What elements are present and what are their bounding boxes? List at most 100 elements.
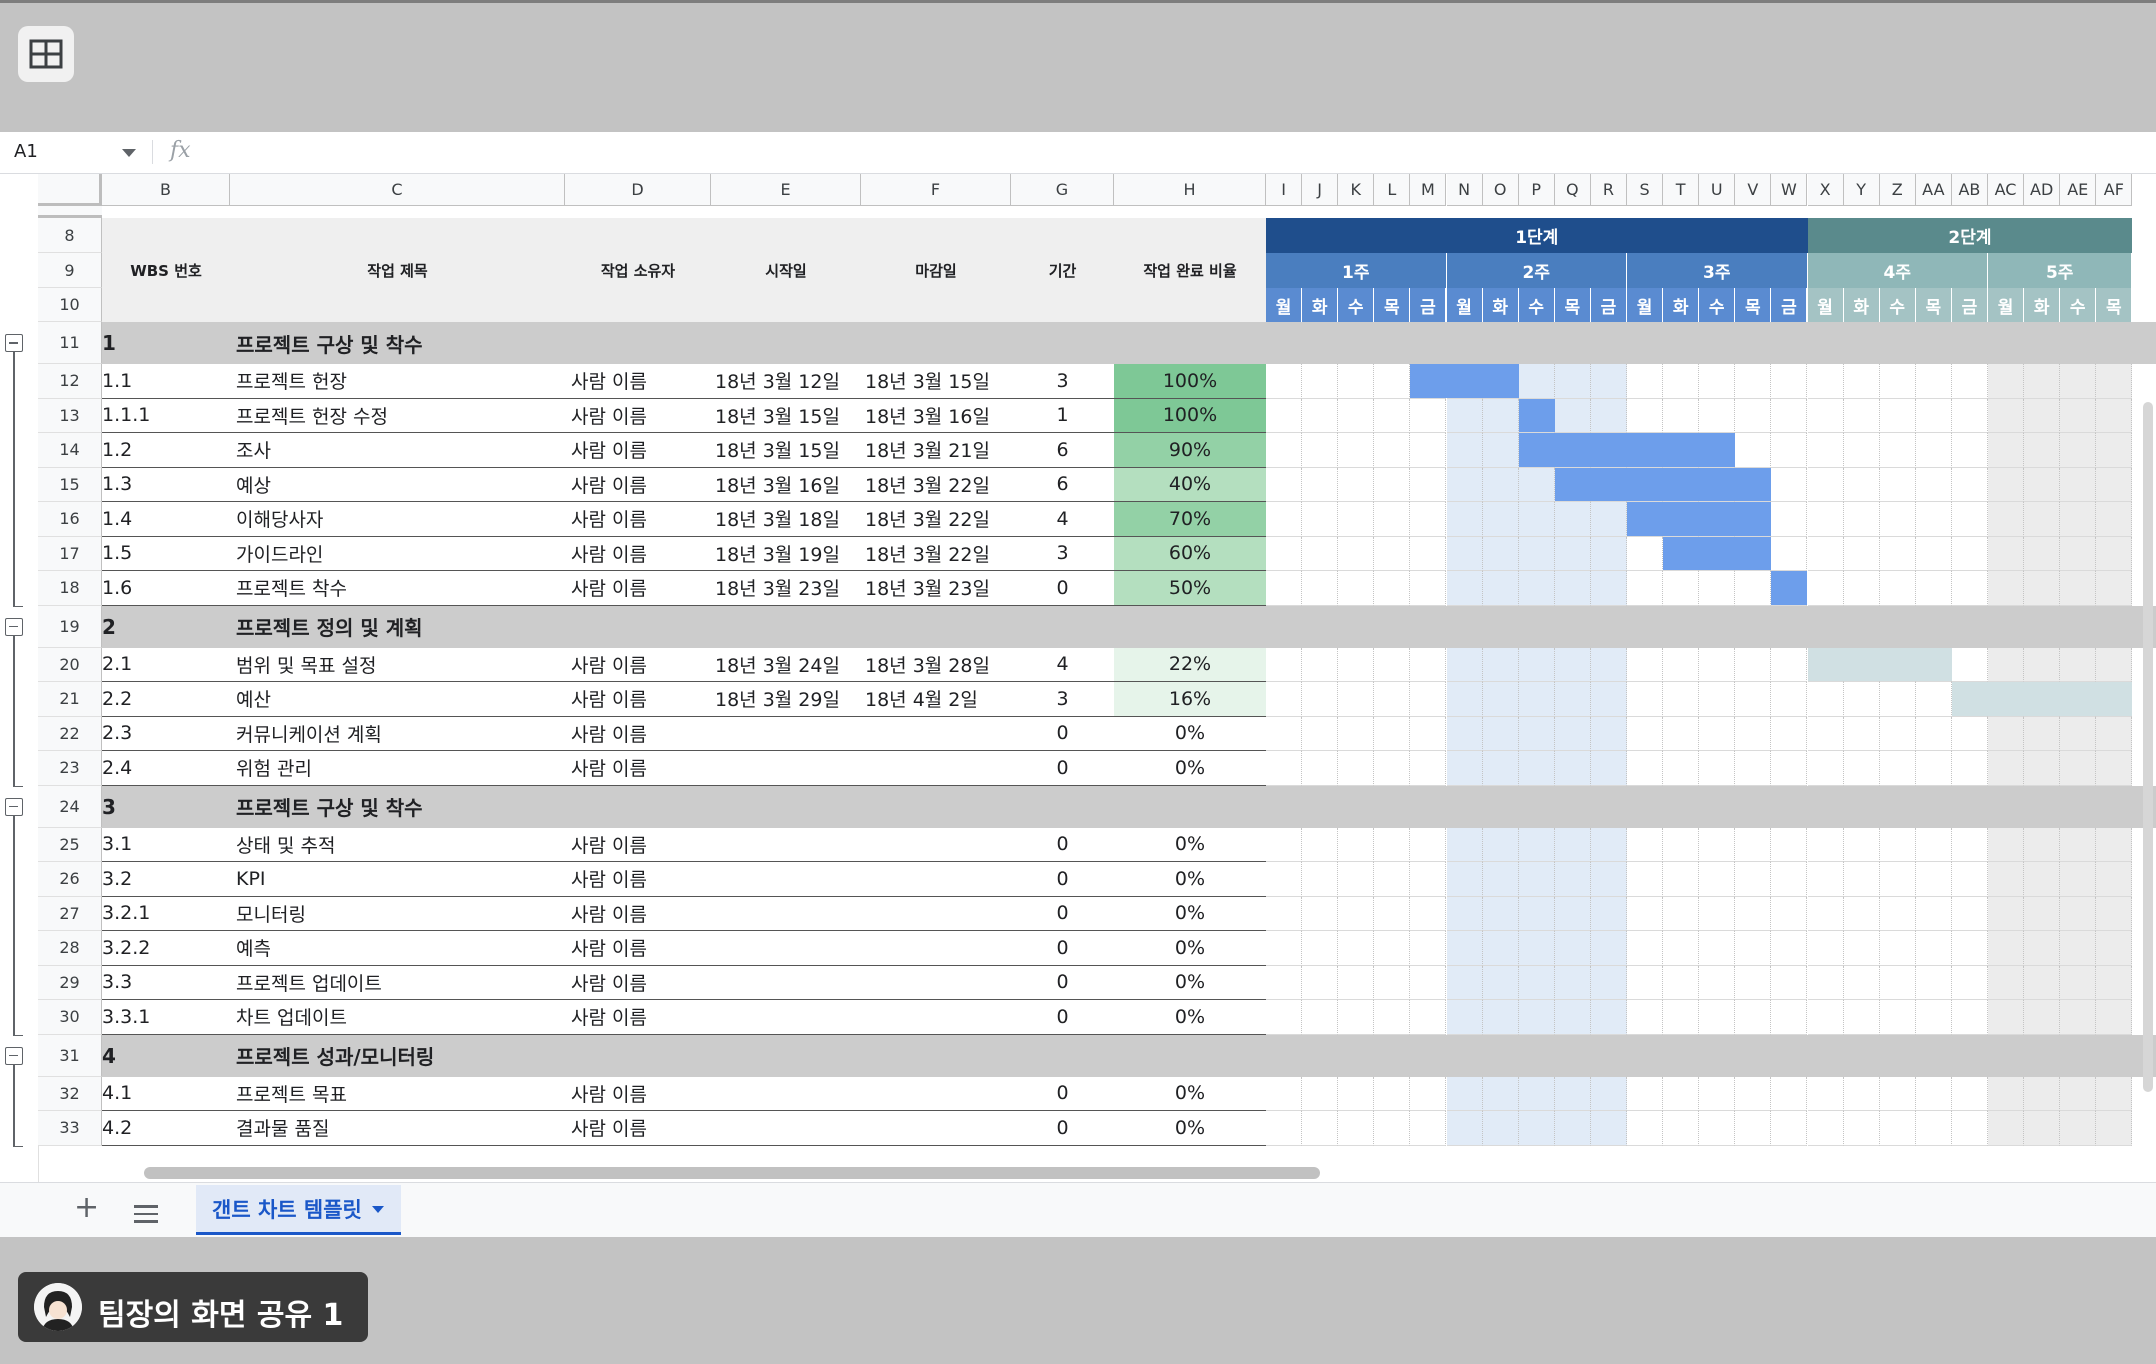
gantt-cell[interactable] bbox=[1663, 571, 1700, 606]
column-header-AD[interactable]: AD bbox=[2024, 174, 2061, 206]
column-header-AE[interactable]: AE bbox=[2060, 174, 2097, 206]
gantt-cell[interactable] bbox=[2024, 751, 2061, 786]
gantt-cell[interactable] bbox=[1446, 467, 1483, 502]
gantt-cell[interactable] bbox=[1807, 1111, 1844, 1146]
gantt-cell[interactable] bbox=[1879, 751, 1916, 786]
gantt-cell[interactable] bbox=[1699, 1076, 1736, 1111]
horizontal-scrollbar[interactable] bbox=[144, 1167, 1320, 1179]
sheet-tab-gantt[interactable]: 갠트 차트 템플릿 bbox=[196, 1185, 401, 1235]
collapse-group-button[interactable] bbox=[5, 1046, 23, 1065]
gantt-cell[interactable] bbox=[1988, 716, 2025, 751]
gantt-cell[interactable] bbox=[1735, 682, 1772, 717]
gantt-cell[interactable] bbox=[1771, 364, 1808, 399]
gantt-cell[interactable] bbox=[1590, 571, 1627, 606]
gantt-cell[interactable] bbox=[1302, 862, 1339, 897]
gantt-cell[interactable] bbox=[1518, 1076, 1555, 1111]
gantt-cell[interactable] bbox=[1266, 931, 1303, 966]
gantt-cell[interactable] bbox=[1663, 364, 1700, 399]
gantt-cell[interactable] bbox=[1554, 398, 1591, 433]
gantt-cell[interactable] bbox=[1915, 716, 1952, 751]
gantt-cell[interactable] bbox=[1879, 364, 1916, 399]
gantt-cell[interactable] bbox=[1410, 1111, 1447, 1146]
gantt-cell[interactable] bbox=[1843, 931, 1880, 966]
gantt-cell[interactable] bbox=[1374, 571, 1411, 606]
gantt-cell[interactable] bbox=[1951, 751, 1988, 786]
gantt-cell[interactable] bbox=[1807, 536, 1844, 571]
gantt-cell[interactable] bbox=[1627, 364, 1664, 399]
gantt-cell[interactable] bbox=[2060, 862, 2097, 897]
row-number[interactable]: 20 bbox=[38, 647, 102, 682]
gantt-cell[interactable] bbox=[1518, 1111, 1555, 1146]
gantt-cell[interactable] bbox=[1807, 467, 1844, 502]
gantt-cell[interactable] bbox=[1771, 1000, 1808, 1035]
row-number[interactable]: 21 bbox=[38, 682, 102, 717]
gantt-cell[interactable] bbox=[1735, 1000, 1772, 1035]
gantt-bar[interactable] bbox=[1410, 364, 1519, 398]
gantt-cell[interactable] bbox=[2060, 931, 2097, 966]
gantt-cell[interactable] bbox=[1338, 571, 1375, 606]
gantt-cell[interactable] bbox=[1374, 896, 1411, 931]
gantt-cell[interactable] bbox=[1951, 827, 1988, 862]
gantt-cell[interactable] bbox=[1879, 502, 1916, 537]
column-header-W[interactable]: W bbox=[1771, 174, 1808, 206]
gantt-cell[interactable] bbox=[1374, 502, 1411, 537]
gantt-cell[interactable] bbox=[1771, 1076, 1808, 1111]
gantt-cell[interactable] bbox=[1410, 536, 1447, 571]
gantt-cell[interactable] bbox=[1410, 647, 1447, 682]
gantt-cell[interactable] bbox=[1266, 716, 1303, 751]
gantt-cell[interactable] bbox=[2096, 398, 2133, 433]
gantt-cell[interactable] bbox=[1482, 716, 1519, 751]
gantt-cell[interactable] bbox=[1915, 536, 1952, 571]
gantt-cell[interactable] bbox=[1988, 1111, 2025, 1146]
sheet-tab-dropdown-icon[interactable] bbox=[372, 1206, 384, 1213]
gantt-cell[interactable] bbox=[1771, 1111, 1808, 1146]
gantt-cell[interactable] bbox=[1446, 1000, 1483, 1035]
gantt-cell[interactable] bbox=[1554, 1000, 1591, 1035]
gantt-cell[interactable] bbox=[1951, 502, 1988, 537]
gantt-cell[interactable] bbox=[1843, 751, 1880, 786]
gantt-cell[interactable] bbox=[1518, 364, 1555, 399]
gantt-cell[interactable] bbox=[2096, 1111, 2133, 1146]
row-number[interactable]: 33 bbox=[38, 1111, 102, 1146]
gantt-cell[interactable] bbox=[1843, 536, 1880, 571]
gantt-cell[interactable] bbox=[1951, 1076, 1988, 1111]
gantt-cell[interactable] bbox=[1915, 862, 1952, 897]
gantt-cell[interactable] bbox=[1338, 931, 1375, 966]
column-header-E[interactable]: E bbox=[711, 174, 861, 206]
gantt-cell[interactable] bbox=[1879, 896, 1916, 931]
gantt-cell[interactable] bbox=[1482, 1111, 1519, 1146]
row-number[interactable]: 22 bbox=[38, 716, 102, 751]
gantt-cell[interactable] bbox=[1590, 682, 1627, 717]
gantt-cell[interactable] bbox=[1771, 433, 1808, 468]
gantt-cell[interactable] bbox=[1879, 1000, 1916, 1035]
row-number[interactable]: 11 bbox=[38, 322, 102, 364]
gantt-cell[interactable] bbox=[1554, 536, 1591, 571]
gantt-cell[interactable] bbox=[2096, 647, 2133, 682]
gantt-cell[interactable] bbox=[1843, 398, 1880, 433]
gantt-cell[interactable] bbox=[1843, 1111, 1880, 1146]
gantt-cell[interactable] bbox=[1988, 1076, 2025, 1111]
gantt-cell[interactable] bbox=[1590, 502, 1627, 537]
gantt-cell[interactable] bbox=[1843, 1076, 1880, 1111]
gantt-cell[interactable] bbox=[1771, 965, 1808, 1000]
gantt-cell[interactable] bbox=[1627, 896, 1664, 931]
row-number[interactable]: 18 bbox=[38, 571, 102, 606]
gantt-cell[interactable] bbox=[1446, 536, 1483, 571]
gantt-cell[interactable] bbox=[1699, 716, 1736, 751]
gantt-cell[interactable] bbox=[1771, 751, 1808, 786]
gantt-cell[interactable] bbox=[1266, 536, 1303, 571]
gantt-cell[interactable] bbox=[2096, 571, 2133, 606]
gantt-cell[interactable] bbox=[1338, 364, 1375, 399]
gantt-cell[interactable] bbox=[1482, 862, 1519, 897]
gantt-cell[interactable] bbox=[1807, 965, 1844, 1000]
gantt-cell[interactable] bbox=[1915, 965, 1952, 1000]
column-header-B[interactable]: B bbox=[102, 174, 230, 206]
gantt-cell[interactable] bbox=[1988, 647, 2025, 682]
row-number[interactable]: 23 bbox=[38, 751, 102, 786]
row-number[interactable]: 30 bbox=[38, 1000, 102, 1035]
gantt-cell[interactable] bbox=[1374, 827, 1411, 862]
gantt-cell[interactable] bbox=[1338, 682, 1375, 717]
gantt-cell[interactable] bbox=[2060, 467, 2097, 502]
gantt-cell[interactable] bbox=[1266, 1111, 1303, 1146]
gantt-cell[interactable] bbox=[1735, 931, 1772, 966]
